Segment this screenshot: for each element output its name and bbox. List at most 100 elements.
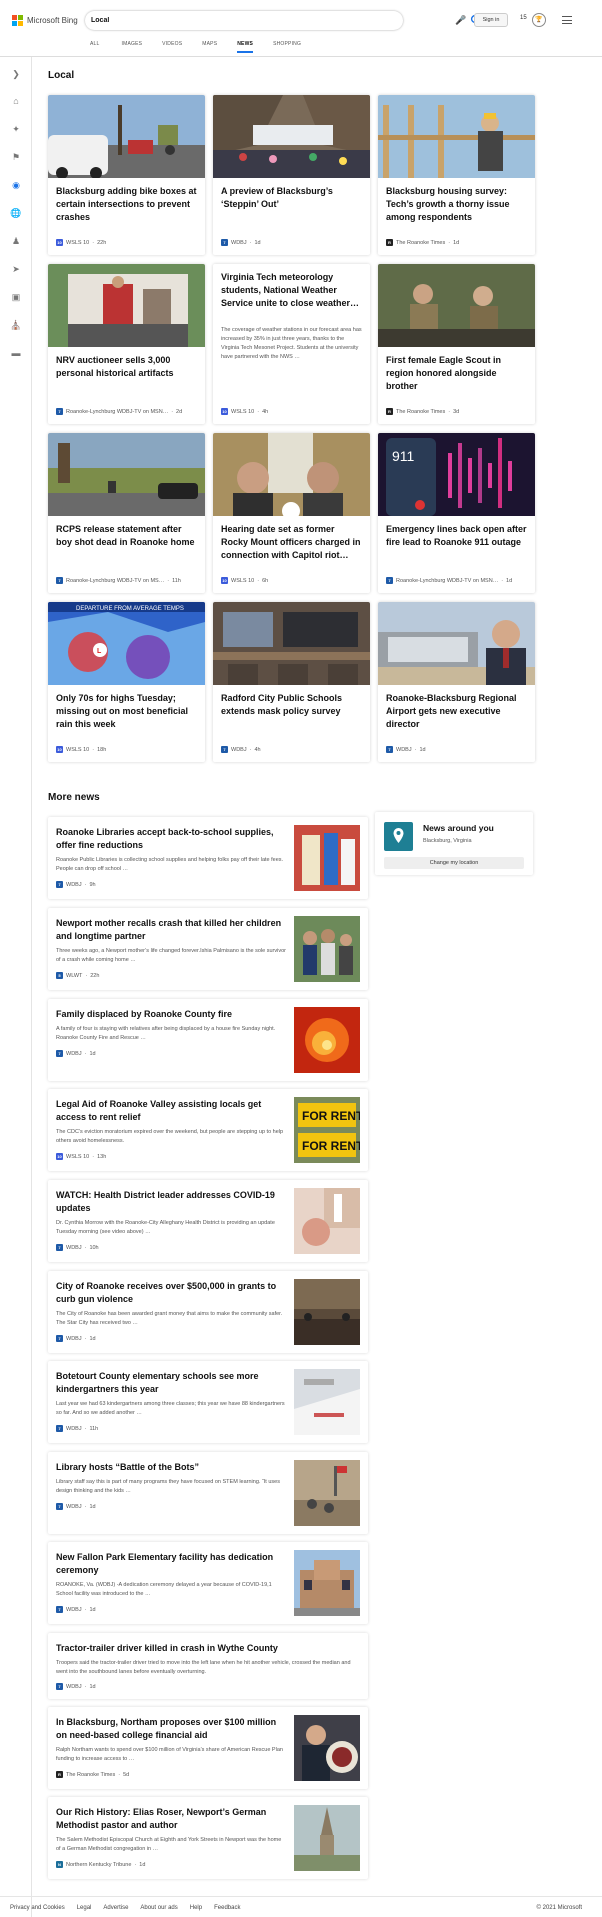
news-item[interactable]: Tractor-trailer driver killed in crash i…: [48, 1633, 368, 1699]
rewards-count[interactable]: 15: [520, 15, 527, 21]
card-title[interactable]: Virginia Tech meteorology students, Nati…: [221, 271, 362, 310]
local-card[interactable]: Radford City Public Schools extends mask…: [213, 602, 370, 762]
film-icon[interactable]: ▣: [10, 291, 22, 303]
news-item[interactable]: Our Rich History: Elias Roser, Newport’s…: [48, 1797, 368, 1879]
local-card[interactable]: DEPARTURE FROM AVERAGE TEMPS L Only 70s f…: [48, 602, 205, 762]
card-title[interactable]: Blacksburg adding bike boxes at certain …: [56, 185, 197, 224]
footer-link-help[interactable]: Help: [190, 1905, 202, 1911]
local-card[interactable]: 911 Emergency lines back open after fire…: [378, 433, 535, 593]
person-icon[interactable]: ♟: [10, 235, 22, 247]
footer-link-feedback[interactable]: Feedback: [214, 1905, 240, 1911]
news-item-title[interactable]: Botetourt County elementary schools see …: [56, 1370, 286, 1396]
globe-icon[interactable]: 🌐: [10, 207, 22, 219]
news-item-description: Three weeks ago, a Newport mother’s life…: [56, 948, 286, 963]
news-item-source: 7 WDBJ · 9h: [56, 881, 96, 888]
tab-news[interactable]: NEWS: [237, 40, 254, 53]
card-source: 7 WDBJ · 1d: [221, 239, 261, 246]
news-item[interactable]: Legal Aid of Roanoke Valley assisting lo…: [48, 1089, 368, 1171]
tab-shopping[interactable]: SHOPPING: [273, 40, 301, 53]
card-title[interactable]: Roanoke-Blacksburg Regional Airport gets…: [386, 692, 527, 731]
news-item[interactable]: Library hosts “Battle of the Bots” Libra…: [48, 1452, 368, 1534]
local-card[interactable]: First female Eagle Scout in region honor…: [378, 264, 535, 424]
news-item-title[interactable]: Newport mother recalls crash that killed…: [56, 917, 286, 943]
card-title[interactable]: First female Eagle Scout in region honor…: [386, 354, 527, 393]
location-pin-icon[interactable]: ◉: [10, 179, 22, 191]
footer-link-advertise[interactable]: Advertise: [103, 1905, 128, 1911]
card-icon[interactable]: ▬: [10, 347, 22, 359]
card-title[interactable]: Radford City Public Schools extends mask…: [221, 692, 362, 718]
footer-link-legal[interactable]: Legal: [77, 1905, 92, 1911]
news-item-source: 7 WDBJ · 1d: [56, 1050, 96, 1057]
footer: Privacy and Cookies Legal Advertise Abou…: [0, 1896, 602, 1917]
search-input[interactable]: [91, 14, 351, 27]
tab-images[interactable]: IMAGES: [122, 40, 143, 53]
nky-tribune-logo-icon: N: [56, 1861, 63, 1868]
news-item[interactable]: New Fallon Park Elementary facility has …: [48, 1542, 368, 1624]
local-card[interactable]: Blacksburg housing survey: Tech’s growth…: [378, 95, 535, 255]
news-item[interactable]: Newport mother recalls crash that killed…: [48, 908, 368, 990]
news-item-source: 7 WDBJ · 1d: [56, 1606, 96, 1613]
sparkle-icon[interactable]: ✦: [10, 123, 22, 135]
news-item[interactable]: Family displaced by Roanoke County fire …: [48, 999, 368, 1081]
chevron-right-icon[interactable]: ❯: [10, 68, 22, 80]
card-title[interactable]: RCPS release statement after boy shot de…: [56, 523, 197, 549]
local-card[interactable]: Hearing date set as former Rocky Mount o…: [213, 433, 370, 593]
news-item[interactable]: City of Roanoke receives over $500,000 i…: [48, 1271, 368, 1353]
council-chamber-image: [294, 1279, 360, 1345]
rewards-trophy-icon[interactable]: 🏆: [532, 13, 546, 27]
search-box[interactable]: 🎤: [85, 11, 482, 30]
news-item[interactable]: Botetourt County elementary schools see …: [48, 1361, 368, 1443]
news-item-description: Library staff say this is part of many p…: [56, 1479, 280, 1494]
news-item[interactable]: In Blacksburg, Northam proposes over $10…: [48, 1707, 368, 1789]
wsls-logo-icon: 10: [221, 408, 228, 415]
tab-all[interactable]: ALL: [90, 40, 100, 53]
news-item-title[interactable]: WATCH: Health District leader addresses …: [56, 1189, 286, 1215]
card-source: 10 WSLS 10 · 22h: [56, 239, 107, 246]
sign-in-button[interactable]: Sign in: [474, 13, 508, 27]
card-title[interactable]: Only 70s for highs Tuesday; missing out …: [56, 692, 197, 731]
footer-link-privacy[interactable]: Privacy and Cookies: [10, 1905, 65, 1911]
card-title[interactable]: Hearing date set as former Rocky Mount o…: [221, 523, 362, 562]
scope-tabs: ALL IMAGES VIDEOS MAPS NEWS SHOPPING: [90, 40, 301, 53]
svg-text:FOR RENT: FOR RENT: [302, 1109, 360, 1123]
bing-logo[interactable]: Microsoft Bing: [12, 15, 78, 26]
news-item-source: 7 WDBJ · 1d: [56, 1335, 96, 1342]
news-item-description: Last year we had 63 kindergartners among…: [56, 1401, 285, 1416]
news-item-title[interactable]: Our Rich History: Elias Roser, Newport’s…: [56, 1806, 286, 1832]
footer-link-about-ads[interactable]: About our ads: [140, 1905, 177, 1911]
local-card[interactable]: NRV auctioneer sells 3,000 personal hist…: [48, 264, 205, 424]
change-location-button[interactable]: Change my location: [384, 857, 524, 869]
hamburger-menu-icon[interactable]: [562, 16, 572, 24]
svg-text:FOR RENT: FOR RENT: [302, 1139, 360, 1153]
flag-icon[interactable]: ⚑: [10, 151, 22, 163]
news-item-title[interactable]: Legal Aid of Roanoke Valley assisting lo…: [56, 1098, 286, 1124]
wdbj-logo-icon: 7: [56, 1335, 63, 1342]
local-card[interactable]: Blacksburg adding bike boxes at certain …: [48, 95, 205, 255]
local-card[interactable]: Virginia Tech meteorology students, Nati…: [213, 264, 370, 424]
bank-icon[interactable]: ⛪: [10, 319, 22, 331]
news-item-title[interactable]: Roanoke Libraries accept back-to-school …: [56, 826, 286, 852]
microphone-icon[interactable]: 🎤: [455, 15, 466, 26]
card-title[interactable]: Blacksburg housing survey: Tech’s growth…: [386, 185, 527, 224]
local-card[interactable]: Roanoke-Blacksburg Regional Airport gets…: [378, 602, 535, 762]
tab-videos[interactable]: VIDEOS: [162, 40, 182, 53]
news-item[interactable]: Roanoke Libraries accept back-to-school …: [48, 817, 368, 899]
news-item-title[interactable]: In Blacksburg, Northam proposes over $10…: [56, 1716, 286, 1742]
rocket-icon[interactable]: ➤: [10, 263, 22, 275]
card-title[interactable]: NRV auctioneer sells 3,000 personal hist…: [56, 354, 197, 380]
card-title[interactable]: A preview of Blacksburg’s ‘Steppin’ Out’: [221, 185, 362, 211]
card-title[interactable]: Emergency lines back open after fire lea…: [386, 523, 527, 549]
news-item-title[interactable]: Family displaced by Roanoke County fire: [56, 1008, 286, 1021]
news-item-title[interactable]: Library hosts “Battle of the Bots”: [56, 1461, 286, 1474]
local-card[interactable]: RCPS release statement after boy shot de…: [48, 433, 205, 593]
local-card[interactable]: A preview of Blacksburg’s ‘Steppin’ Out’…: [213, 95, 370, 255]
news-item-description: The CDC’s eviction moratorium expired ov…: [56, 1129, 284, 1144]
news-item-title[interactable]: New Fallon Park Elementary facility has …: [56, 1551, 286, 1577]
tab-maps[interactable]: MAPS: [202, 40, 217, 53]
wdbj-logo-icon: 7: [56, 577, 63, 584]
home-icon[interactable]: ⌂: [10, 95, 22, 107]
wsls-logo-icon: 10: [56, 746, 63, 753]
news-item-title[interactable]: Tractor-trailer driver killed in crash i…: [56, 1642, 356, 1655]
news-item-title[interactable]: City of Roanoke receives over $500,000 i…: [56, 1280, 286, 1306]
news-item[interactable]: WATCH: Health District leader addresses …: [48, 1180, 368, 1262]
